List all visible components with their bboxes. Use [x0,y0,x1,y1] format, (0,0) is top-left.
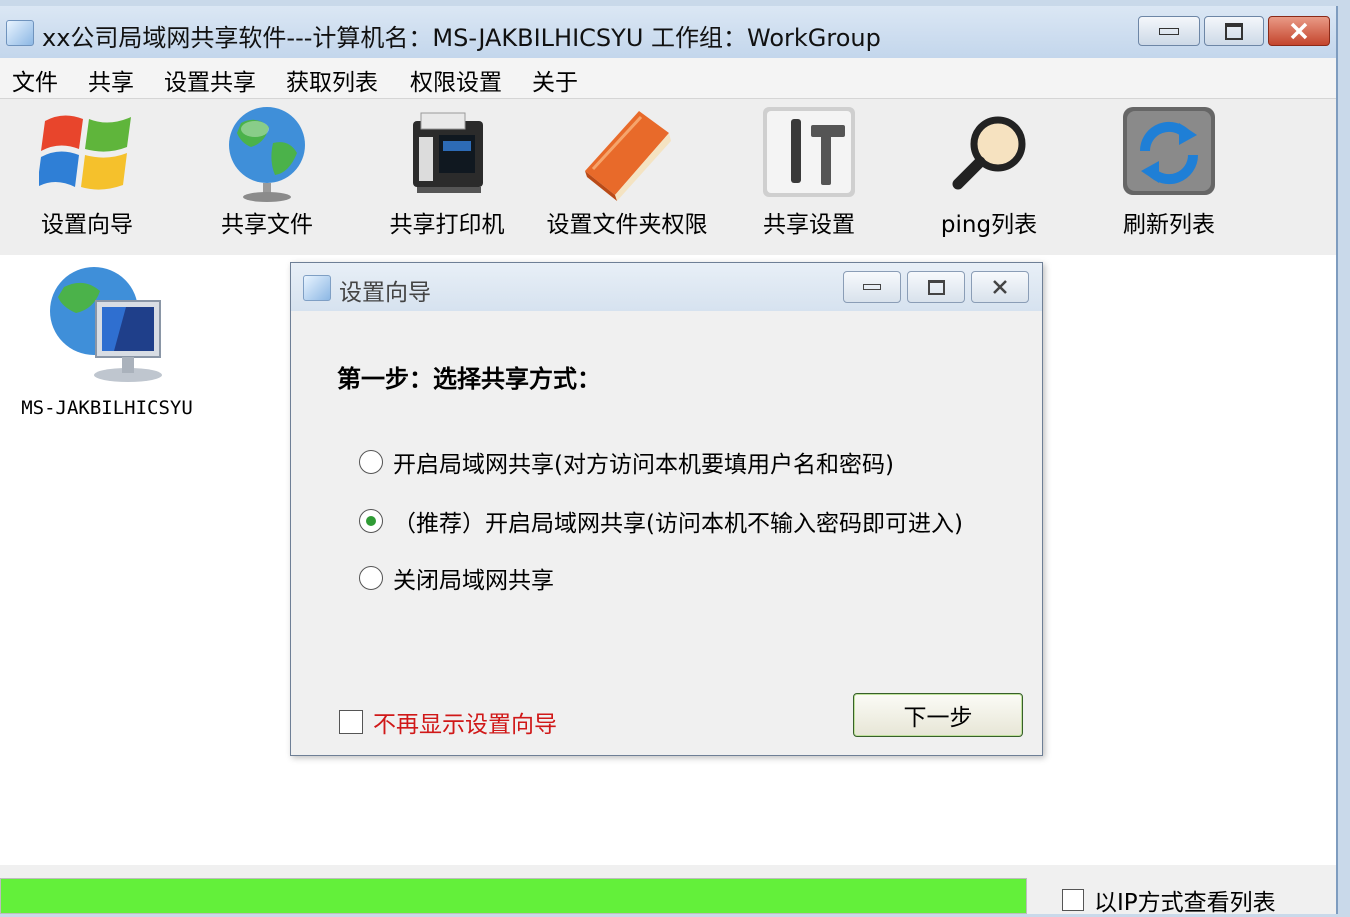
option-lan-share-password[interactable]: 开启局域网共享(对方访问本机要填用户名和密码) [359,445,894,479]
menu-share[interactable]: 共享 [88,63,134,97]
dialog-minimize-button[interactable] [843,271,901,303]
folder-permission-button[interactable]: 设置文件夹权限 [547,103,708,243]
ip-view-option[interactable]: 以IP方式查看列表 [1062,883,1276,917]
restore-icon [1225,22,1243,40]
minimize-icon [863,284,881,290]
book-icon [585,111,671,201]
next-step-button[interactable]: 下一步 [853,693,1023,737]
tools-icon [763,107,855,197]
minimize-icon [1159,27,1179,35]
minimize-button[interactable] [1138,16,1200,46]
option-label: （推荐）开启局域网共享(访问本机不输入密码即可进入) [393,511,963,537]
computer-name: MS-JAKBILHICSYU [21,397,193,419]
tool-label: 共享文件 [221,212,313,238]
menu-permission[interactable]: 权限设置 [410,63,502,97]
magnifier-icon [952,116,1026,190]
radio-selected-dot [366,516,376,526]
refresh-icon [1123,107,1215,195]
dialog-title: 设置向导 [339,280,431,306]
option-lan-share-no-password[interactable]: （推荐）开启局域网共享(访问本机不输入密码即可进入) [359,504,963,538]
refresh-list-button[interactable]: 刷新列表 [1094,103,1244,243]
restore-button[interactable] [1204,16,1264,46]
option-label: 关闭局域网共享 [393,568,554,594]
ip-view-checkbox[interactable] [1062,889,1084,911]
dont-show-checkbox[interactable] [339,710,363,734]
tool-label: 共享打印机 [389,212,505,238]
menu-bar: 文件 共享 设置共享 获取列表 权限设置 关于 [0,58,1336,99]
menu-about[interactable]: 关于 [532,63,578,97]
network-computer-icon [50,267,162,382]
status-bar: 以IP方式查看列表 [0,865,1336,917]
dialog-close-button[interactable] [971,271,1029,303]
share-printer-button[interactable]: 共享打印机 [372,103,522,243]
dialog-title-bar[interactable]: 设置向导 [291,263,1042,311]
close-icon [993,280,1007,294]
close-button[interactable] [1268,16,1330,46]
share-settings-button[interactable]: 共享设置 [734,103,884,243]
windows-logo-icon [39,115,131,190]
menu-set-share[interactable]: 设置共享 [164,63,256,97]
restore-icon [927,279,945,295]
setup-wizard-dialog: 设置向导 第一步：选择共享方式： 开启局域网共享(对方访问本机要填用户名和密码)… [290,262,1043,756]
ping-list-button[interactable]: ping列表 [914,103,1064,243]
dont-show-label: 不再显示设置向导 [373,712,557,738]
menu-file[interactable]: 文件 [12,63,58,97]
radio-button[interactable] [359,509,383,533]
tool-label: 设置向导 [41,212,133,238]
step-title: 第一步：选择共享方式： [337,365,601,393]
menu-get-list[interactable]: 获取列表 [286,63,378,97]
setup-wizard-button[interactable]: 设置向导 [12,103,162,243]
progress-fill [1,879,1026,913]
option-label: 开启局域网共享(对方访问本机要填用户名和密码) [393,452,894,478]
globe-icon [229,107,305,202]
app-icon [6,20,34,46]
title-bar[interactable]: xx公司局域网共享软件---计算机名：MS-JAKBILHICSYU 工作组：W… [0,6,1336,58]
tool-label: ping列表 [940,212,1038,238]
close-icon [1290,22,1308,40]
toolbar: 设置向导 共享文件 共享打印机 设置文件夹权限 共享设置 ping列表 刷新列表 [0,99,1336,255]
printer-icon [413,112,483,193]
dont-show-wizard-option[interactable]: 不再显示设置向导 [339,705,557,739]
computer-item[interactable]: MS-JAKBILHICSYU [12,263,202,433]
share-files-button[interactable]: 共享文件 [192,103,342,243]
radio-button[interactable] [359,566,383,590]
tool-label: 设置文件夹权限 [546,212,708,238]
tool-label: 刷新列表 [1123,212,1215,238]
ip-view-label: 以IP方式查看列表 [1094,890,1276,916]
dialog-app-icon [303,275,331,301]
progress-bar [0,878,1027,914]
window-title: xx公司局域网共享软件---计算机名：MS-JAKBILHICSYU 工作组：W… [42,24,881,52]
tool-label: 共享设置 [763,212,855,238]
dialog-restore-button[interactable] [907,271,965,303]
radio-button[interactable] [359,450,383,474]
option-disable-lan-share[interactable]: 关闭局域网共享 [359,561,554,595]
